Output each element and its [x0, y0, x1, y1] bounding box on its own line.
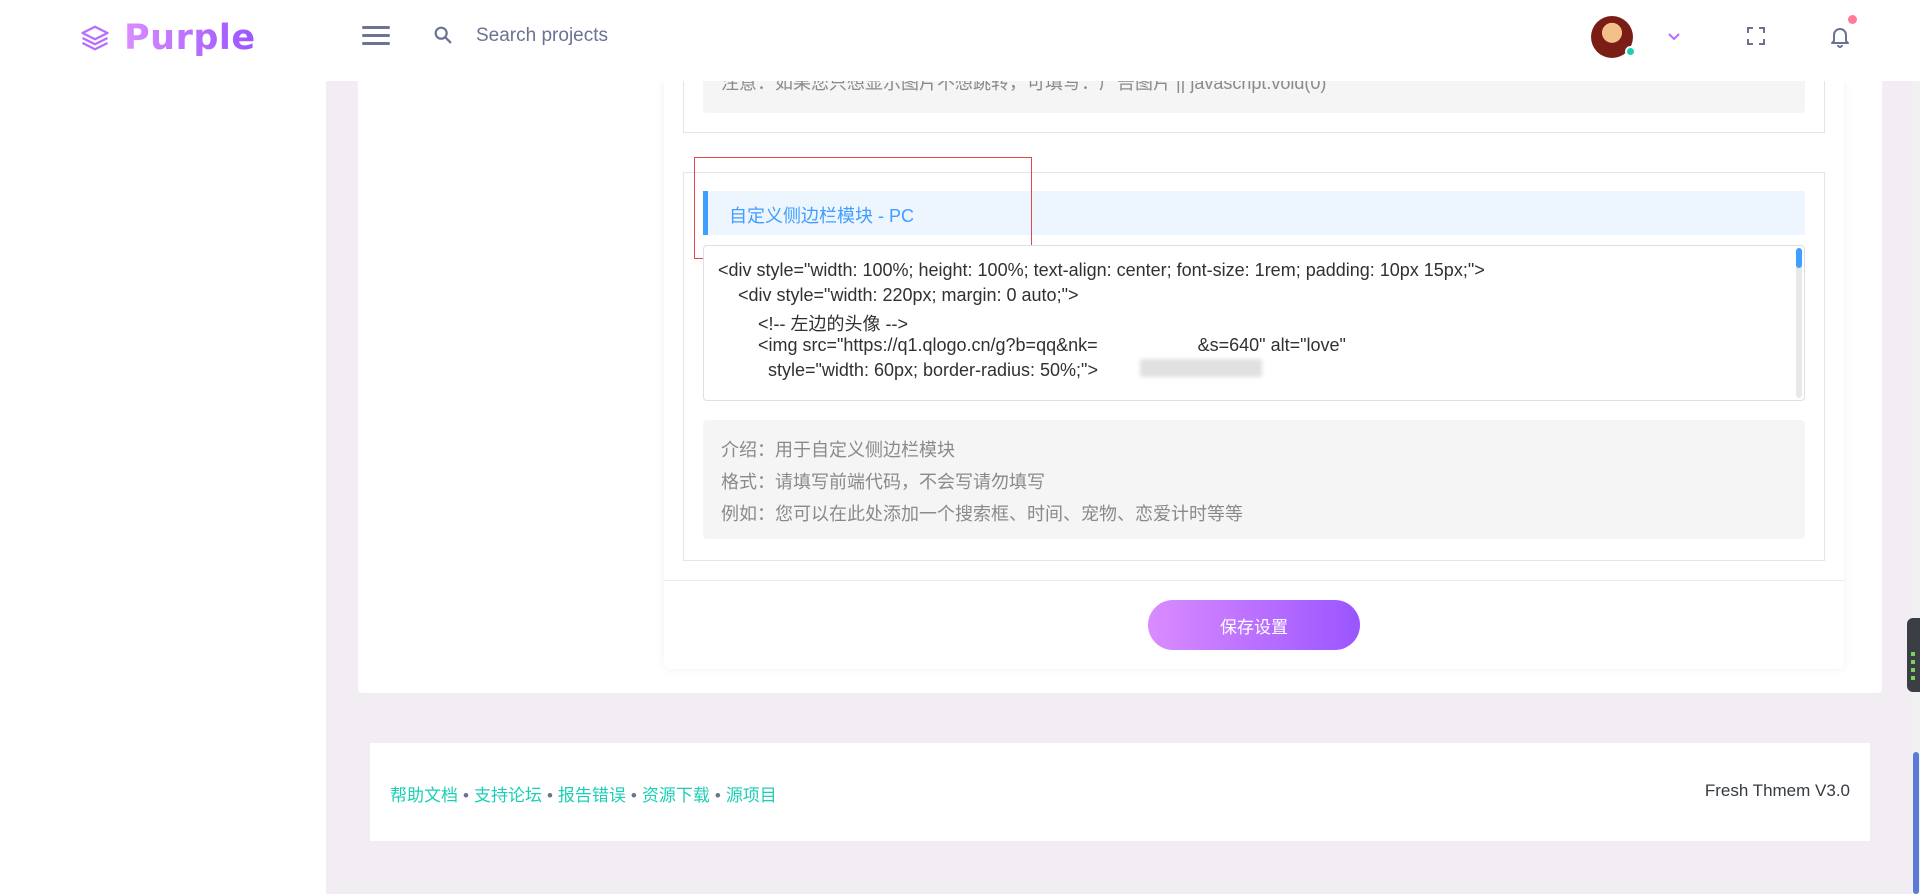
description-line: 格式：请填写前端代码，不会写请勿填写 — [721, 472, 1045, 492]
code-line: <!-- 左边的头像 --> — [718, 314, 909, 334]
description-line: 介绍：用于自定义侧边栏模块 — [721, 440, 955, 460]
footer-link-help-docs[interactable]: 帮助文档 — [390, 786, 458, 805]
code-scrollbar-thumb[interactable] — [1796, 248, 1802, 268]
description-box: 介绍：用于自定义侧边栏模块 格式：请填写前端代码，不会写请勿填写 例如：您可以在… — [703, 420, 1805, 539]
sidebar — [0, 81, 326, 894]
online-status-dot — [1625, 46, 1636, 57]
footer-separator: • — [714, 786, 721, 805]
redacted-qq-number — [1140, 359, 1262, 377]
menu-toggle-button[interactable] — [362, 26, 390, 48]
footer-links: 帮助文档 • 支持论坛 • 报告错误 • 资源下载 • 源项目 — [390, 781, 777, 806]
description-line: 例如：您可以在此处添加一个搜索框、时间、宠物、恋爱计时等等 — [721, 504, 1243, 524]
layers-logo-icon — [81, 25, 109, 51]
page-scrollbar[interactable] — [1912, 0, 1920, 894]
code-line: <img src="https://q1.qlogo.cn/g?b=qq&nk=… — [718, 335, 1346, 355]
top-navbar: Purple — [0, 0, 1920, 81]
bell-icon[interactable] — [1828, 24, 1852, 48]
notification-badge — [1848, 15, 1857, 24]
code-line: style="width: 60px; border-radius: 50%;"… — [718, 360, 1098, 380]
search-icon — [434, 26, 452, 44]
code-line: <div style="width: 220px; margin: 0 auto… — [718, 285, 1079, 305]
footer-separator: • — [630, 786, 637, 805]
footer-link-report-bug[interactable]: 报告错误 — [558, 786, 626, 805]
footer-version: Fresh Thmem V3.0 — [1704, 781, 1850, 800]
footer-link-support-forum[interactable]: 支持论坛 — [474, 786, 542, 805]
code-scrollbar[interactable] — [1796, 248, 1802, 398]
brand-logo[interactable]: Purple — [80, 14, 256, 62]
avatar[interactable] — [1591, 16, 1636, 58]
menu-icon-bar — [362, 34, 390, 37]
floating-side-widget[interactable] — [1907, 618, 1920, 692]
brand-name: Purple — [124, 18, 256, 58]
highlight-box — [694, 157, 1032, 259]
fullscreen-icon[interactable] — [1746, 26, 1766, 46]
menu-icon-bar — [362, 26, 390, 29]
widget-indicator — [1911, 652, 1915, 656]
footer-separator: • — [546, 786, 553, 805]
search-input[interactable] — [476, 20, 896, 52]
footer-link-source-project[interactable]: 源项目 — [726, 786, 777, 805]
code-line: <div style="width: 100%; height: 100%; t… — [718, 260, 1485, 280]
footer-link-downloads[interactable]: 资源下载 — [642, 786, 710, 805]
chevron-down-icon[interactable] — [1666, 28, 1682, 44]
widget-indicator — [1911, 676, 1915, 680]
save-settings-button[interactable]: 保存设置 — [1148, 600, 1360, 650]
form-divider — [664, 580, 1844, 581]
footer: 帮助文档 • 支持论坛 • 报告错误 • 资源下载 • 源项目 Fresh Thmem V3.0 — [370, 743, 1870, 841]
footer-separator: • — [463, 786, 469, 805]
widget-indicator — [1911, 660, 1915, 664]
widget-indicator — [1911, 668, 1915, 672]
page-scrollbar-thumb[interactable] — [1913, 752, 1919, 894]
menu-icon-bar — [362, 42, 390, 45]
code-editor-textarea[interactable]: <div style="width: 100%; height: 100%; t… — [703, 245, 1805, 401]
